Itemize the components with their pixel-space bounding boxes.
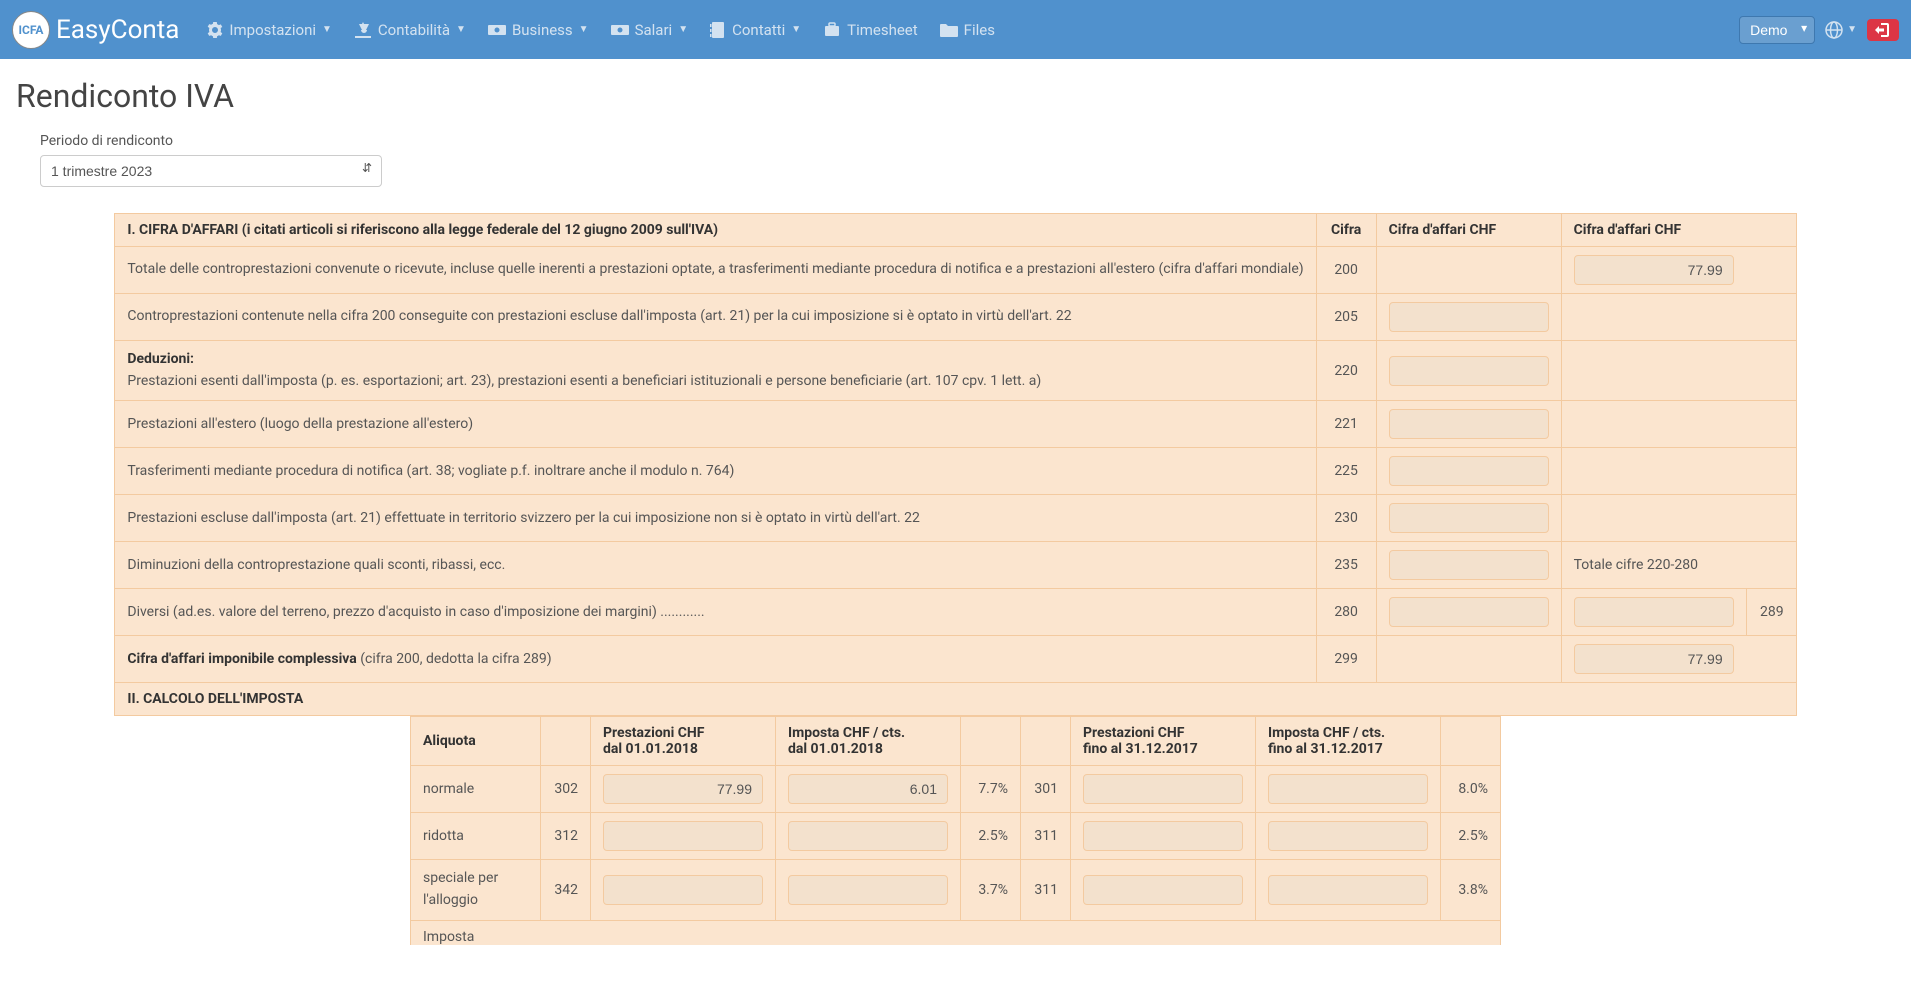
- row-205: Controprestazioni contenute nella cifra …: [115, 294, 1796, 341]
- caret-down-icon: ▼: [579, 24, 589, 35]
- caret-down-icon: ▼: [678, 24, 688, 35]
- section2-header: II. CALCOLO DELL'IMPOSTA: [115, 683, 1796, 716]
- page-title: Rendiconto IVA: [16, 77, 1895, 115]
- nav-menu: Impostazioni ▼ Contabilità ▼ Business ▼ …: [197, 13, 1005, 47]
- aliquota-row: ridotta3122.5%3112.5%: [411, 813, 1501, 860]
- globe-icon: [1825, 21, 1843, 39]
- clock-briefcase-icon: [823, 22, 841, 38]
- imposta-new-header: Imposta CHF / cts.dal 01.01.2018: [776, 717, 961, 766]
- row-221: Prestazioni all'estero (luogo della pres…: [115, 401, 1796, 448]
- navbar-right: Demo ▼: [1739, 16, 1899, 44]
- input-299[interactable]: [1574, 644, 1734, 674]
- row-230: Prestazioni escluse dall'imposta (art. 2…: [115, 495, 1796, 542]
- input-prest-new-342[interactable]: [603, 875, 763, 905]
- col-chf1-header: Cifra d'affari CHF: [1376, 214, 1561, 247]
- input-imp-new-342[interactable]: [788, 875, 948, 905]
- input-prest-old-301-0[interactable]: [1083, 774, 1243, 804]
- nav-item-impostazioni[interactable]: Impostazioni ▼: [197, 13, 342, 47]
- period-select[interactable]: 1 trimestre 2023: [40, 155, 382, 187]
- input-230[interactable]: [1389, 503, 1549, 533]
- caret-down-icon: ▼: [1847, 24, 1857, 35]
- nav-item-salari[interactable]: Salari ▼: [601, 13, 699, 47]
- brand-link[interactable]: ICFA EasyConta: [12, 11, 179, 49]
- address-book-icon: [710, 22, 726, 38]
- row-299: Cifra d'affari imponibile complessiva (c…: [115, 636, 1796, 683]
- input-prest-old-311-2[interactable]: [1083, 875, 1243, 905]
- input-200-chf2[interactable]: [1574, 255, 1734, 285]
- salary-icon: [611, 22, 629, 38]
- nav-item-contatti[interactable]: Contatti ▼: [700, 13, 811, 47]
- folder-icon: [940, 22, 958, 38]
- brand-logo: ICFA: [12, 11, 50, 49]
- input-221[interactable]: [1389, 409, 1549, 439]
- input-289-total[interactable]: [1574, 597, 1734, 627]
- input-225[interactable]: [1389, 456, 1549, 486]
- balance-scale-icon: [354, 22, 372, 38]
- caret-down-icon: ▼: [456, 24, 466, 35]
- col-cifra-header: Cifra: [1316, 214, 1376, 247]
- logout-icon: [1875, 23, 1891, 37]
- money-icon: [488, 22, 506, 38]
- input-280[interactable]: [1389, 597, 1549, 627]
- iva-table-section2: Aliquota Prestazioni CHFdal 01.01.2018 I…: [410, 716, 1501, 944]
- company-select[interactable]: Demo: [1739, 16, 1815, 44]
- row-235: Diminuzioni della controprestazione qual…: [115, 542, 1796, 589]
- input-220[interactable]: [1389, 356, 1549, 386]
- aliquota-row: speciale per l'alloggio3423.7%3113.8%: [411, 860, 1501, 920]
- input-imp-new-312[interactable]: [788, 821, 948, 851]
- row-280: Diversi (ad.es. valore del terreno, prez…: [115, 589, 1796, 636]
- imposta-old-header: Imposta CHF / cts.fino al 31.12.2017: [1256, 717, 1441, 766]
- nav-item-contabilita[interactable]: Contabilità ▼: [344, 13, 476, 47]
- caret-down-icon: ▼: [322, 24, 332, 35]
- input-205-chf1[interactable]: [1389, 302, 1549, 332]
- input-prest-new-302[interactable]: [603, 774, 763, 804]
- nav-item-files[interactable]: Files: [930, 13, 1005, 47]
- top-navbar: ICFA EasyConta Impostazioni ▼ Contabilit…: [0, 0, 1911, 59]
- input-prest-new-312[interactable]: [603, 821, 763, 851]
- input-imp-new-302[interactable]: [788, 774, 948, 804]
- prestazioni-old-header: Prestazioni CHFfino al 31.12.2017: [1071, 717, 1256, 766]
- input-235[interactable]: [1389, 550, 1549, 580]
- brand-text: EasyConta: [56, 15, 179, 45]
- caret-down-icon: ▼: [791, 24, 801, 35]
- prestazioni-new-header: Prestazioni CHFdal 01.01.2018: [591, 717, 776, 766]
- aliquota-header: Aliquota: [411, 717, 541, 766]
- nav-item-business[interactable]: Business ▼: [478, 13, 599, 47]
- row-220: Deduzioni:Prestazioni esenti dall'impost…: [115, 341, 1796, 401]
- input-imp-old-301-0[interactable]: [1268, 774, 1428, 804]
- row-225: Trasferimenti mediante procedura di noti…: [115, 448, 1796, 495]
- nav-item-timesheet[interactable]: Timesheet: [813, 13, 928, 47]
- cogs-icon: [207, 22, 223, 38]
- aliquota-row: normale3027.7%3018.0%: [411, 766, 1501, 813]
- input-prest-old-311-1[interactable]: [1083, 821, 1243, 851]
- row-200: Totale delle controprestazioni convenute…: [115, 247, 1796, 294]
- col-chf2-header: Cifra d'affari CHF: [1561, 214, 1796, 247]
- iva-table: I. CIFRA D'AFFARI (i citati articoli si …: [114, 213, 1796, 716]
- logout-button[interactable]: [1867, 19, 1899, 41]
- input-imp-old-311-2[interactable]: [1268, 875, 1428, 905]
- period-label: Periodo di rendiconto: [40, 133, 1895, 149]
- input-imp-old-311-1[interactable]: [1268, 821, 1428, 851]
- language-dropdown[interactable]: ▼: [1825, 21, 1857, 39]
- row-cut-bottom: Imposta: [411, 920, 1501, 945]
- section1-header: I. CIFRA D'AFFARI (i citati articoli si …: [115, 214, 1316, 247]
